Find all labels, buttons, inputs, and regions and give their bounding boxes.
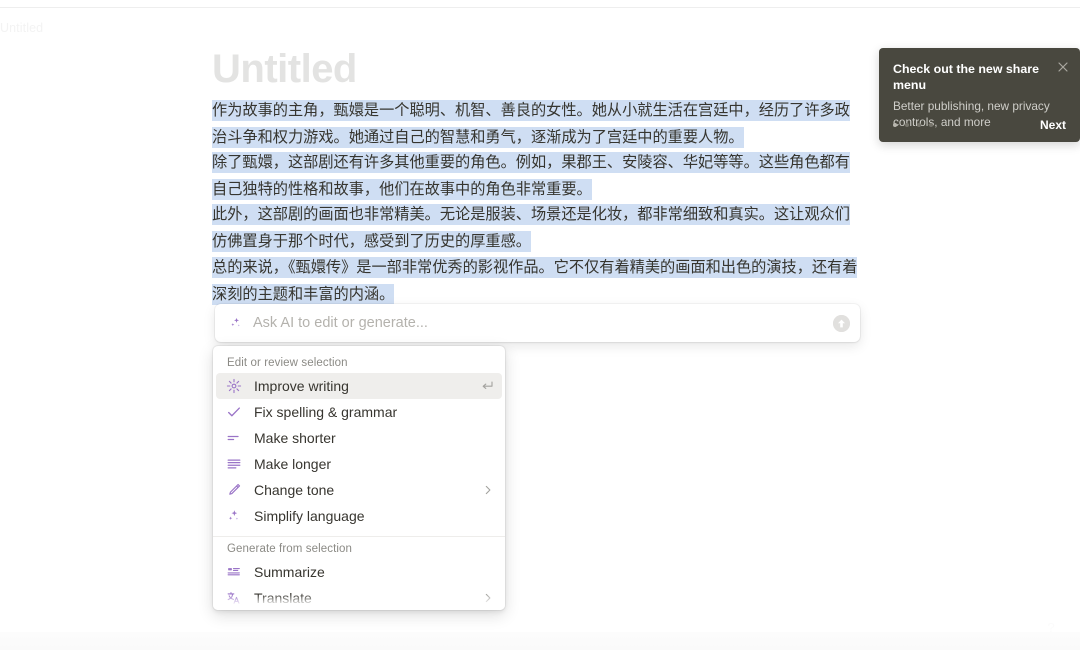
notion-editor-window: Untitled Untitled 作为故事的主角，甄嬛是一个聪明、机智、善良的… — [0, 0, 1080, 650]
selected-text: 除了甄嬛，这部剧还有许多其他重要的角色。例如，果郡王、安陵容、华妃等等。这些角色… — [212, 152, 850, 200]
breadcrumb[interactable]: Untitled — [0, 21, 43, 35]
check-icon — [225, 403, 243, 421]
menu-item-label: Change tone — [254, 482, 335, 498]
paragraph-block[interactable]: 总的来说，《甄嬛传》是一部非常优秀的影视作品。它不仅有着精美的画面和出色的演技，… — [212, 255, 860, 308]
share-menu-announcement-toast: Check out the new share menu Better publ… — [879, 48, 1080, 142]
chevron-right-icon — [482, 484, 494, 496]
menu-item-label: Simplify language — [254, 508, 365, 524]
toast-dot[interactable] — [905, 123, 909, 127]
make-shorter-icon — [225, 429, 243, 447]
menu-item-translate[interactable]: Translate — [216, 585, 502, 610]
menu-item-improve-writing[interactable]: Improve writing — [216, 373, 502, 399]
paragraph-block[interactable]: 此外，这部剧的画面也非常精美。无论是服装、场景还是化妆，都非常细致和真实。这让观… — [212, 202, 860, 255]
make-longer-icon — [225, 455, 243, 473]
sparkle-icon — [225, 507, 243, 525]
paragraph-block[interactable]: 除了甄嬛，这部剧还有许多其他重要的角色。例如，果郡王、安陵容、华妃等等。这些角色… — [212, 150, 860, 203]
chevron-right-icon — [482, 592, 494, 604]
menu-item-make-longer[interactable]: Make longer — [216, 451, 502, 477]
menu-item-label: Make longer — [254, 456, 332, 472]
menu-item-label: Translate — [254, 590, 312, 606]
toast-dot[interactable] — [929, 123, 933, 127]
menu-item-label: Improve writing — [254, 378, 349, 394]
menu-item-change-tone[interactable]: Change tone — [216, 477, 502, 503]
menu-section-header: Edit or review selection — [227, 357, 348, 369]
close-icon[interactable] — [1057, 60, 1069, 72]
menu-item-label: Make shorter — [254, 430, 336, 446]
toast-next-button[interactable]: Next — [1040, 118, 1066, 132]
return-key-icon — [480, 379, 494, 393]
bottom-chrome-bar — [0, 632, 1080, 650]
selected-text: 作为故事的主角，甄嬛是一个聪明、机智、善良的女性。她从小就生活在宫廷中，经历了许… — [212, 100, 850, 148]
toast-progress-dots — [893, 123, 933, 127]
sparkle-burst-icon — [225, 377, 243, 395]
toast-dot[interactable] — [893, 123, 897, 127]
pen-icon — [225, 481, 243, 499]
ai-prompt-input[interactable] — [253, 315, 833, 331]
page-title[interactable]: Untitled — [212, 45, 357, 93]
ai-prompt-bar[interactable] — [215, 304, 860, 342]
sparkle-icon — [228, 315, 244, 331]
menu-divider — [213, 536, 505, 537]
menu-item-label: Summarize — [254, 564, 325, 580]
top-chrome-bar — [0, 0, 1080, 8]
arrow-up-circle-icon[interactable] — [833, 314, 850, 332]
toast-title: Check out the new share menu — [893, 62, 1039, 92]
toast-footer: Next — [893, 118, 1066, 132]
selected-text: 此外，这部剧的画面也非常精美。无论是服装、场景还是化妆，都非常细致和真实。这让观… — [212, 204, 850, 252]
summarize-icon — [225, 563, 243, 581]
selected-text: 总的来说，《甄嬛传》是一部非常优秀的影视作品。它不仅有着精美的画面和出色的演技，… — [212, 257, 858, 305]
menu-section-header: Generate from selection — [227, 543, 353, 555]
help-button[interactable]: ? — [1040, 616, 1062, 638]
menu-item-label: Fix spelling & grammar — [254, 404, 398, 420]
toast-dot[interactable] — [917, 123, 921, 127]
menu-item-simplify-language[interactable]: Simplify language — [216, 503, 502, 529]
menu-item-fix-spelling-grammar[interactable]: Fix spelling & grammar — [216, 399, 502, 425]
menu-item-summarize[interactable]: Summarize — [216, 559, 502, 585]
paragraph-block[interactable]: 作为故事的主角，甄嬛是一个聪明、机智、善良的女性。她从小就生活在宫廷中，经历了许… — [212, 98, 860, 151]
translate-icon — [225, 589, 243, 607]
ai-actions-menu[interactable]: Edit or review selection Improve writing… — [213, 346, 505, 610]
menu-item-make-shorter[interactable]: Make shorter — [216, 425, 502, 451]
